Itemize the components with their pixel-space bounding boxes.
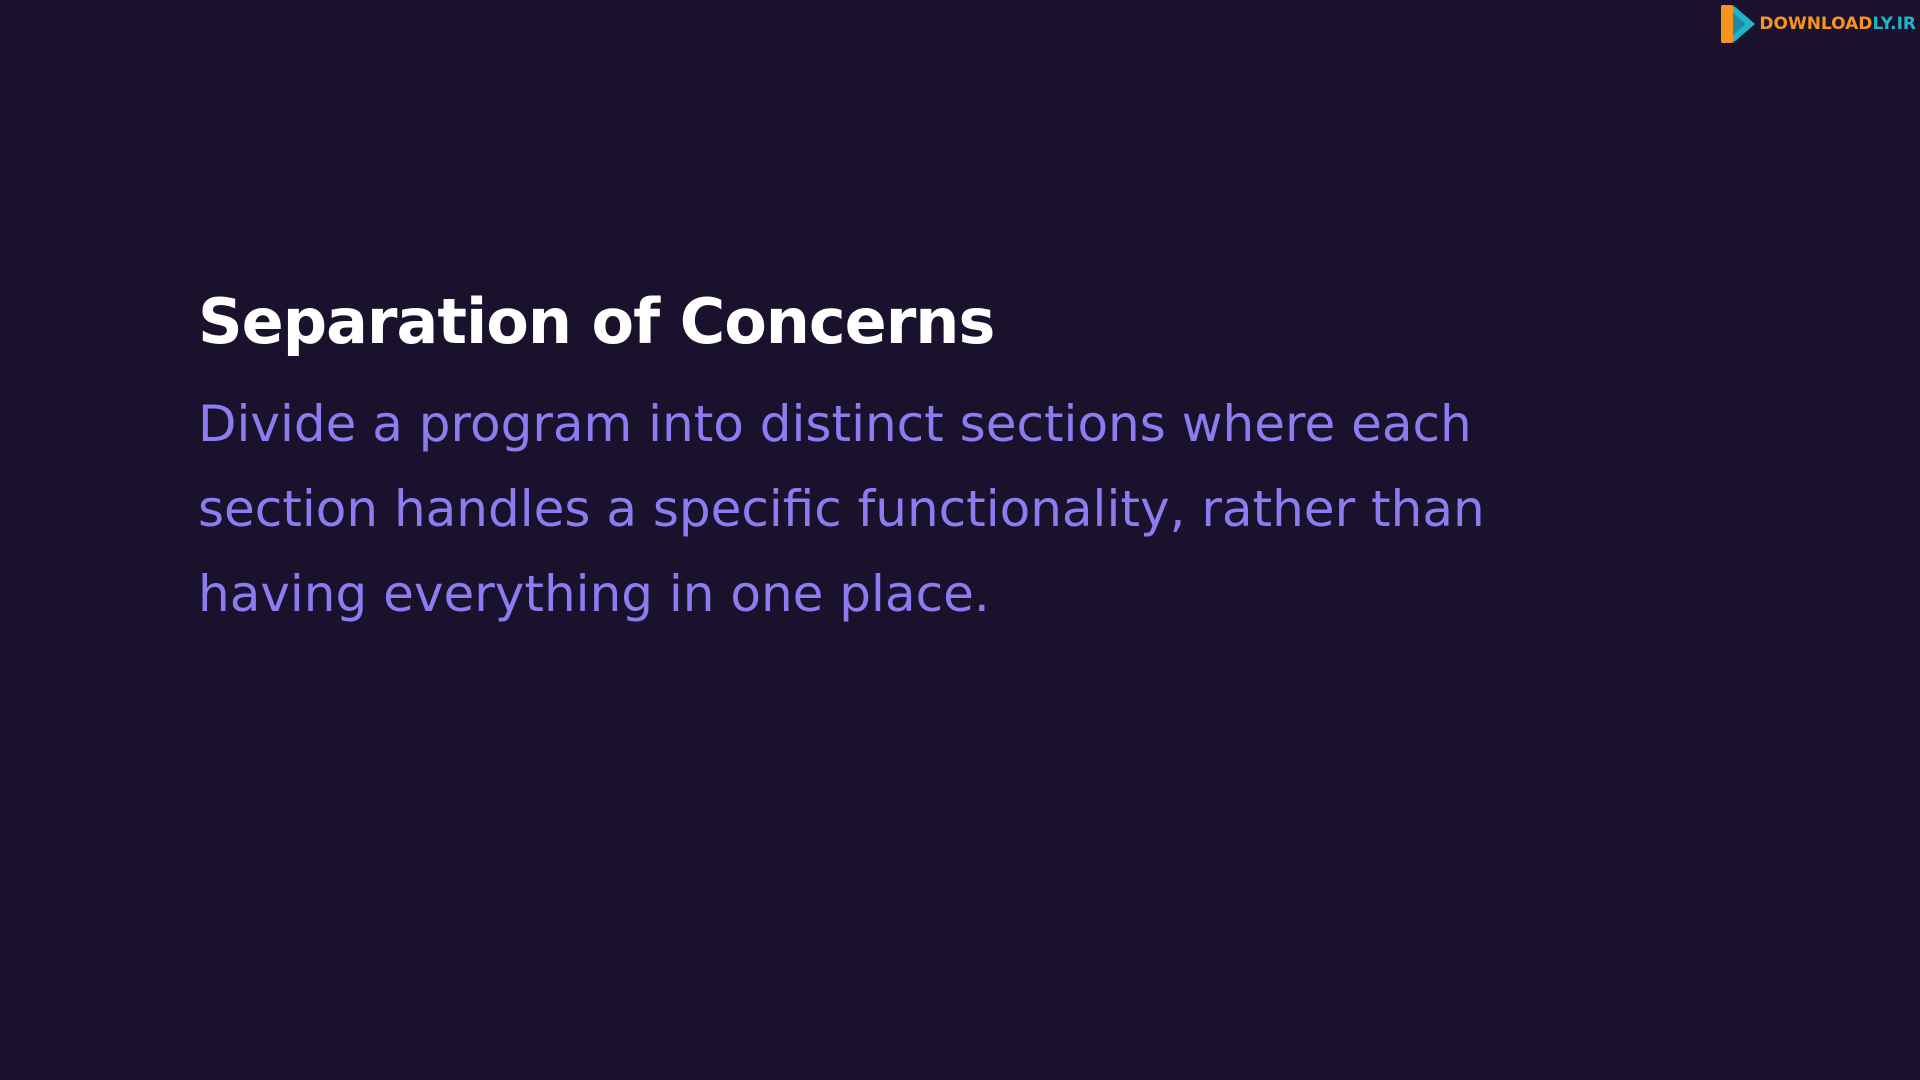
play-logo-icon — [1719, 2, 1757, 46]
slide-content: Separation of Concerns Divide a program … — [198, 282, 1618, 637]
slide-title: Separation of Concerns — [198, 285, 995, 358]
slide: DOWNLOADLY.IR Separation of Concerns Div… — [0, 0, 1920, 1080]
watermark-text: DOWNLOADLY.IR — [1759, 13, 1916, 34]
watermark-text-domain: LY.IR — [1872, 13, 1916, 34]
watermark-text-download: DOWNLOAD — [1759, 13, 1873, 34]
slide-body: Divide a program into distinct sections … — [198, 395, 1485, 623]
watermark-logo: DOWNLOADLY.IR — [1719, 2, 1916, 46]
